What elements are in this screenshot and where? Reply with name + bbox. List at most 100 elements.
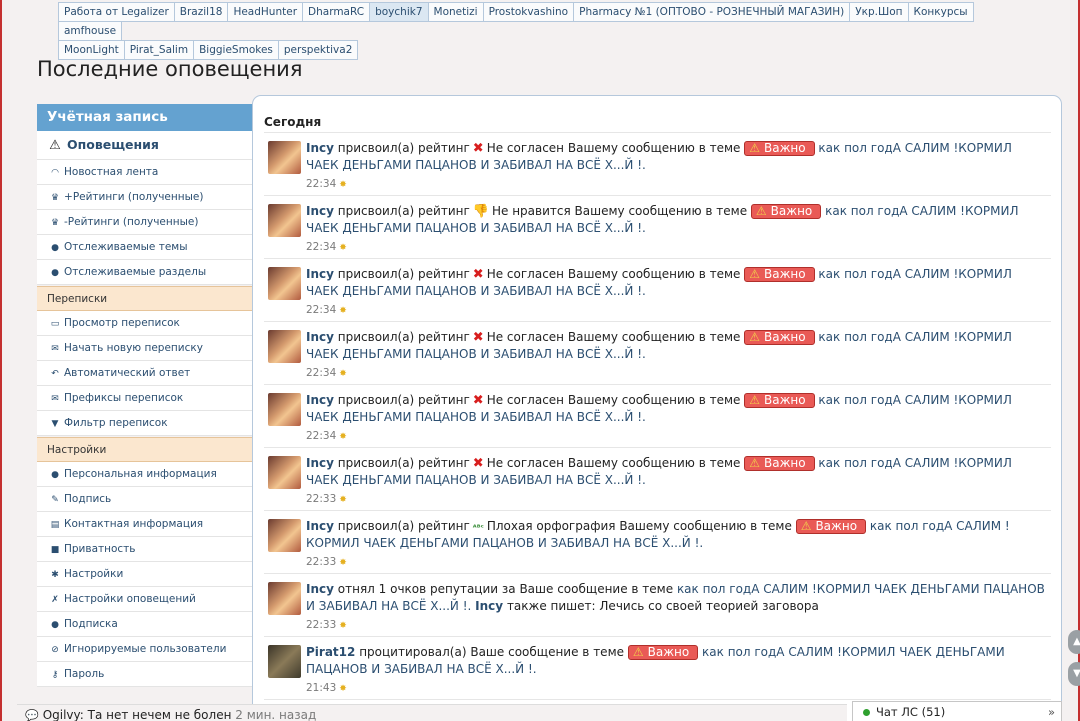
avatar[interactable] bbox=[268, 204, 301, 237]
notification-time: 22:33 ✸ bbox=[306, 493, 347, 505]
tab-monetizi[interactable]: Monetizi bbox=[427, 2, 484, 22]
x-icon: ✖ bbox=[472, 393, 484, 408]
sidebar-item-gear[interactable]: ✱ Настройки bbox=[37, 562, 252, 587]
avatar[interactable] bbox=[268, 141, 301, 174]
important-badge[interactable]: ⚠ Важно bbox=[744, 393, 815, 408]
tab-amfhouse[interactable]: amfhouse bbox=[58, 21, 123, 41]
abc-icon: ᴬᴮᶜ bbox=[472, 523, 484, 532]
sidebar-item-label: Настройки оповещений bbox=[64, 593, 196, 605]
sidebar-item-label: Контактная информация bbox=[64, 518, 204, 530]
shout-message: Та нет нечем не болен bbox=[87, 708, 232, 721]
user-link[interactable]: Incy bbox=[306, 204, 334, 218]
sidebar-item-comment[interactable]: ● Отслеживаемые темы bbox=[37, 235, 252, 260]
scroll-up-icon[interactable]: ▲ bbox=[1068, 630, 1080, 654]
sidebar-item-label: Отслеживаемые разделы bbox=[64, 266, 207, 278]
important-badge[interactable]: ⚠ Важно bbox=[750, 204, 822, 219]
shoutbox-bar[interactable]: 💬 Ogilvy: Та нет нечем не болен 2 мин. на… bbox=[17, 704, 847, 721]
tab-brazil18[interactable]: Brazil18 bbox=[173, 2, 229, 22]
user-link[interactable]: Incy bbox=[475, 599, 503, 613]
double-chevron-right-icon[interactable]: » bbox=[1048, 702, 1055, 721]
lock-icon: ■ bbox=[50, 545, 60, 555]
badge-label: Важно bbox=[764, 330, 806, 344]
sidebar-item-reply[interactable]: ↶ Автоматический ответ bbox=[37, 361, 252, 386]
notification-text: Incy отнял 1 очков репутации за Ваше соо… bbox=[306, 581, 1046, 615]
sidebar-item-envelope[interactable]: ✉ Начать новую переписку bbox=[37, 336, 252, 361]
user-link[interactable]: Incy bbox=[306, 519, 334, 533]
sidebar-item-trophy-plus[interactable]: ♛ +Рейтинги (полученные) bbox=[37, 185, 252, 210]
user-link[interactable]: Incy bbox=[306, 582, 334, 596]
sidebar-item-wrench[interactable]: ✗ Настройки оповещений bbox=[37, 587, 252, 612]
tab-работа-от-legalizer[interactable]: Работа от Legalizer bbox=[58, 2, 175, 22]
avatar[interactable] bbox=[268, 582, 301, 615]
notification-item: Incy присвоил(а) рейтинг 👎 Не нравится Ваш… bbox=[264, 196, 1051, 259]
envelope-icon: ✉ bbox=[51, 344, 59, 354]
shout-user[interactable]: Ogilvy: bbox=[43, 708, 84, 721]
important-badge[interactable]: ⚠ Важно bbox=[795, 519, 867, 534]
important-badge[interactable]: ⚠ Важно bbox=[744, 141, 815, 156]
important-badge[interactable]: ⚠ Важно bbox=[744, 267, 815, 282]
rating-name: Не согласен bbox=[486, 393, 565, 407]
ban-icon: ⊘ bbox=[51, 645, 59, 655]
tab-конкурсы[interactable]: Конкурсы bbox=[907, 2, 974, 22]
mid-text: Вашему сообщению в теме bbox=[574, 204, 748, 218]
sidebar-item-lock[interactable]: ■ Приватность bbox=[37, 537, 252, 562]
avatar[interactable] bbox=[268, 267, 301, 300]
sidebar-header[interactable]: Учётная запись bbox=[37, 104, 252, 131]
sun-icon: ✸ bbox=[339, 369, 347, 379]
tab-dharmarc[interactable]: DharmaRC bbox=[302, 2, 371, 22]
tab-headhunter[interactable]: HeadHunter bbox=[227, 2, 304, 22]
sidebar-item-label: Фильтр переписок bbox=[64, 417, 168, 429]
sidebar-item-ban[interactable]: ⊘ Игнорируемые пользователи bbox=[37, 637, 252, 662]
sidebar-item-notifications[interactable]: ⚠ Оповещения bbox=[37, 131, 252, 160]
sidebar-item-filter[interactable]: ▼ Фильтр переписок bbox=[37, 411, 252, 436]
mid-text: Вашему сообщению в теме bbox=[567, 267, 741, 281]
x-icon: ✖ bbox=[472, 456, 484, 471]
rss-icon: ◠ bbox=[51, 168, 59, 178]
user-link[interactable]: Incy bbox=[306, 330, 334, 344]
sidebar-item-label: Рейтинги (полученные) bbox=[67, 216, 199, 228]
sidebar-item-user[interactable]: ● Персональная информация bbox=[37, 462, 252, 487]
mid-text: Вашему сообщению в теме bbox=[567, 330, 741, 344]
notification-text: Incy присвоил(а) рейтинг 👎 Не нравится Ваш… bbox=[306, 203, 1046, 237]
sidebar-item-contact[interactable]: ▤ Контактная информация bbox=[37, 512, 252, 537]
avatar[interactable] bbox=[268, 645, 301, 678]
avatar[interactable] bbox=[268, 330, 301, 363]
user-link[interactable]: Pirat12 bbox=[306, 645, 355, 659]
user-link[interactable]: Incy bbox=[306, 141, 334, 155]
sidebar-item-pencil[interactable]: ✎ Подпись bbox=[37, 487, 252, 512]
speech-bubble-icon: 💬 bbox=[25, 709, 39, 721]
sidebar-item-inbox[interactable]: ▭ Просмотр переписок bbox=[37, 311, 252, 336]
avatar[interactable] bbox=[268, 456, 301, 489]
notification-item: Incy присвоил(а) рейтинг ✖ Не согласен Ваш… bbox=[264, 133, 1051, 196]
user-link[interactable]: Incy bbox=[306, 393, 334, 407]
important-badge[interactable]: ⚠ Важно bbox=[627, 645, 699, 660]
tab-prostokvashino[interactable]: Prostokvashino bbox=[482, 2, 575, 22]
chat-widget[interactable]: Чат ЛС (51) » bbox=[852, 701, 1062, 721]
also-text: также пишет: bbox=[506, 599, 596, 613]
important-badge[interactable]: ⚠ Важно bbox=[744, 330, 815, 345]
user-link[interactable]: Incy bbox=[306, 267, 334, 281]
tab-boychik7[interactable]: boychik7 bbox=[369, 2, 429, 22]
action-text: присвоил(а) рейтинг bbox=[337, 456, 470, 470]
sidebar-item-users[interactable]: ● Подписка bbox=[37, 612, 252, 637]
notification-time: 22:33 ✸ bbox=[306, 619, 347, 631]
chat-label: Чат ЛС bbox=[876, 705, 918, 719]
tab-pharmacy-1-оптово-рознечный-магазин-[interactable]: Pharmacy №1 (ОПТОВО - РОЗНЕЧНЫЙ МАГАЗИН) bbox=[573, 2, 851, 22]
user-link[interactable]: Incy bbox=[306, 456, 334, 470]
warning-icon: ⚠ bbox=[800, 519, 812, 533]
sidebar-item-label: Подписка bbox=[64, 618, 118, 630]
important-badge[interactable]: ⚠ Важно bbox=[744, 456, 815, 471]
avatar[interactable] bbox=[268, 393, 301, 426]
scroll-down-icon[interactable]: ▼ bbox=[1068, 662, 1080, 686]
tab-укр-шоп[interactable]: Укр.Шоп bbox=[849, 2, 909, 22]
sidebar-item-rss[interactable]: ◠ Новостная лента bbox=[37, 160, 252, 185]
sidebar-item-key[interactable]: ⚷ Пароль bbox=[37, 662, 252, 687]
sidebar-item-envelope-outline[interactable]: ✉ Префиксы переписок bbox=[37, 386, 252, 411]
sidebar-item-comments[interactable]: ● Отслеживаемые разделы bbox=[37, 260, 252, 285]
action-text: присвоил(а) рейтинг bbox=[337, 393, 470, 407]
sidebar-item-trophy-minus[interactable]: ♛ -Рейтинги (полученные) bbox=[37, 210, 252, 235]
avatar[interactable] bbox=[268, 519, 301, 552]
warning-icon: ⚠ bbox=[749, 456, 760, 470]
warning-icon: ⚠ bbox=[749, 330, 760, 344]
sun-icon: ✸ bbox=[339, 432, 347, 442]
